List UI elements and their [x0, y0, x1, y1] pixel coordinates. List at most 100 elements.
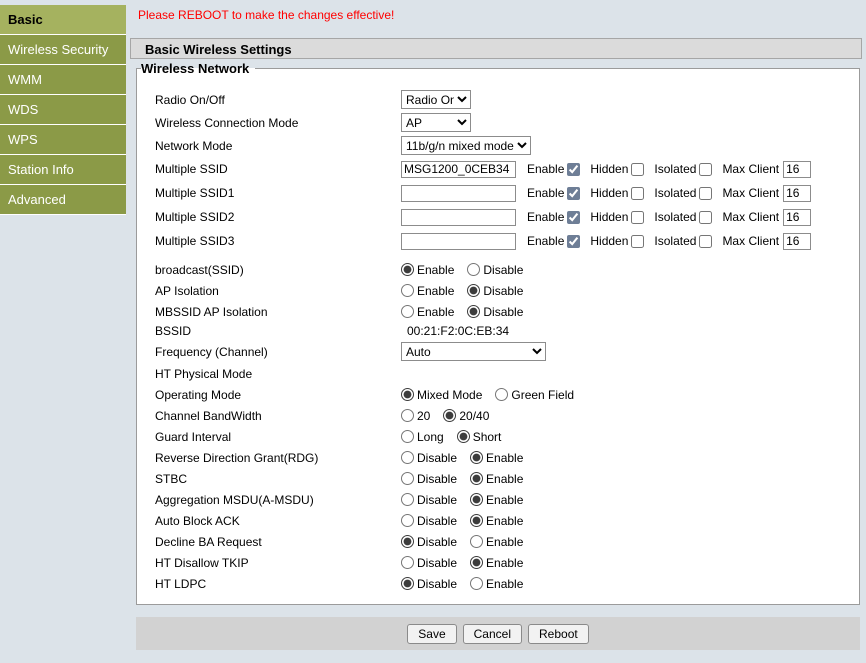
option-label: Disable	[417, 555, 458, 570]
isolated-checkbox[interactable]	[699, 186, 713, 200]
save-button[interactable]: Save	[407, 623, 457, 644]
option-radio[interactable]	[470, 472, 484, 485]
max-client-input[interactable]	[783, 160, 812, 178]
option-radio[interactable]	[470, 535, 484, 548]
option-radio[interactable]	[401, 556, 414, 569]
row-auto-block-ack: Auto Block ACK Disable Enable	[147, 510, 851, 531]
isolated-label: Isolated	[654, 162, 697, 176]
option-label: Long	[417, 429, 444, 444]
option-radio[interactable]	[495, 388, 509, 401]
isolated-checkbox[interactable]	[699, 234, 713, 248]
sidebar-item-wireless-security[interactable]: Wireless Security	[0, 35, 126, 65]
sidebar-item-wds[interactable]: WDS	[0, 95, 126, 125]
option-radio[interactable]	[401, 409, 414, 422]
sidebar-item-station-info[interactable]: Station Info	[0, 155, 126, 185]
sidebar: Basic Wireless Security WMM WDS WPS Stat…	[0, 0, 126, 663]
sidebar-item-advanced[interactable]: Advanced	[0, 185, 126, 215]
option-radio[interactable]	[401, 388, 414, 401]
option-radio[interactable]	[470, 577, 484, 590]
network-mode-select[interactable]: 11b/g/n mixed mode	[401, 136, 531, 155]
row-mbssid-ap-isolation: MBSSID AP Isolation Enable Disable	[147, 301, 851, 322]
option-radio[interactable]	[467, 284, 481, 297]
radio-on-off-select[interactable]: Radio On	[401, 90, 471, 109]
option-radio[interactable]	[470, 514, 484, 527]
row-radio-on-off: Radio On/Off Radio On	[147, 88, 851, 111]
option-radio[interactable]	[401, 535, 414, 548]
sidebar-item-wps[interactable]: WPS	[0, 125, 126, 155]
sidebar-item-basic[interactable]: Basic	[0, 5, 126, 35]
row-operating-mode: Operating Mode Mixed Mode Green Field	[147, 384, 851, 405]
option-radio[interactable]	[401, 514, 414, 527]
field-label: Frequency (Channel)	[155, 344, 268, 359]
ssid-input[interactable]	[401, 232, 516, 250]
option-radio[interactable]	[467, 305, 481, 318]
hidden-label: Hidden	[590, 234, 629, 248]
option-radio[interactable]	[470, 451, 484, 464]
hidden-label: Hidden	[590, 210, 629, 224]
hidden-checkbox[interactable]	[631, 210, 645, 224]
option-label: Short	[472, 429, 502, 444]
option-radio[interactable]	[401, 472, 414, 485]
router-admin-page: Basic Wireless Security WMM WDS WPS Stat…	[0, 0, 866, 663]
option-radio[interactable]	[401, 263, 414, 276]
option-label: Enable	[486, 492, 524, 507]
isolated-label: Isolated	[654, 186, 697, 200]
enable-checkbox[interactable]	[567, 234, 581, 248]
option-radio[interactable]	[401, 284, 414, 297]
option-radio[interactable]	[456, 430, 470, 443]
row-decline-ba-request: Decline BA Request Disable Enable	[147, 531, 851, 552]
max-client-input[interactable]	[783, 232, 812, 250]
option-radio[interactable]	[467, 263, 481, 276]
field-label: Aggregation MSDU(A-MSDU)	[155, 492, 314, 507]
option-label: Enable	[417, 283, 455, 298]
option-radio[interactable]	[401, 577, 414, 590]
reboot-button[interactable]: Reboot	[528, 623, 589, 644]
ssid-input[interactable]	[401, 184, 516, 202]
option-radio[interactable]	[401, 305, 414, 318]
max-client-input[interactable]	[783, 184, 812, 202]
max-client-label: Max Client	[722, 162, 780, 176]
frequency-channel-select[interactable]: Auto	[401, 342, 546, 361]
option-label: Disable	[483, 304, 524, 319]
row-bssid: BSSID 00:21:F2:0C:EB:34	[147, 322, 851, 340]
isolated-checkbox[interactable]	[699, 210, 713, 224]
isolated-label: Isolated	[654, 234, 697, 248]
footer-bar: Save Cancel Reboot	[136, 617, 860, 650]
option-label: Disable	[417, 534, 458, 549]
sidebar-item-wmm[interactable]: WMM	[0, 65, 126, 95]
max-client-input[interactable]	[783, 208, 812, 226]
option-radio[interactable]	[443, 409, 457, 422]
isolated-checkbox[interactable]	[699, 162, 713, 176]
ssid-input[interactable]	[401, 208, 516, 226]
row-amsdu: Aggregation MSDU(A-MSDU) Disable Enable	[147, 489, 851, 510]
field-label: Multiple SSID3	[155, 234, 235, 248]
max-client-label: Max Client	[722, 234, 780, 248]
max-client-label: Max Client	[722, 186, 780, 200]
option-label: Disable	[483, 283, 524, 298]
option-radio[interactable]	[470, 493, 484, 506]
option-label: Enable	[486, 534, 524, 549]
field-label: Wireless Connection Mode	[155, 115, 299, 130]
option-radio[interactable]	[401, 493, 414, 506]
hidden-checkbox[interactable]	[631, 186, 645, 200]
row-rdg: Reverse Direction Grant(RDG) Disable Ena…	[147, 447, 851, 468]
option-radio[interactable]	[401, 451, 414, 464]
connection-mode-select[interactable]: AP	[401, 113, 471, 132]
enable-checkbox[interactable]	[567, 186, 581, 200]
option-radio[interactable]	[401, 430, 414, 443]
row-network-mode: Network Mode 11b/g/n mixed mode	[147, 134, 851, 157]
enable-label: Enable	[527, 186, 565, 200]
enable-checkbox[interactable]	[567, 162, 581, 176]
hidden-checkbox[interactable]	[631, 234, 645, 248]
cancel-button[interactable]: Cancel	[462, 623, 522, 644]
option-radio[interactable]	[470, 556, 484, 569]
enable-checkbox[interactable]	[567, 210, 581, 224]
field-label: Reverse Direction Grant(RDG)	[155, 450, 319, 465]
ssid-input[interactable]	[401, 160, 516, 178]
field-label: Channel BandWidth	[155, 408, 262, 423]
option-label: Green Field	[511, 387, 575, 402]
hidden-checkbox[interactable]	[631, 162, 645, 176]
field-label: MBSSID AP Isolation	[155, 304, 268, 319]
enable-label: Enable	[527, 162, 565, 176]
option-label: Disable	[417, 450, 458, 465]
